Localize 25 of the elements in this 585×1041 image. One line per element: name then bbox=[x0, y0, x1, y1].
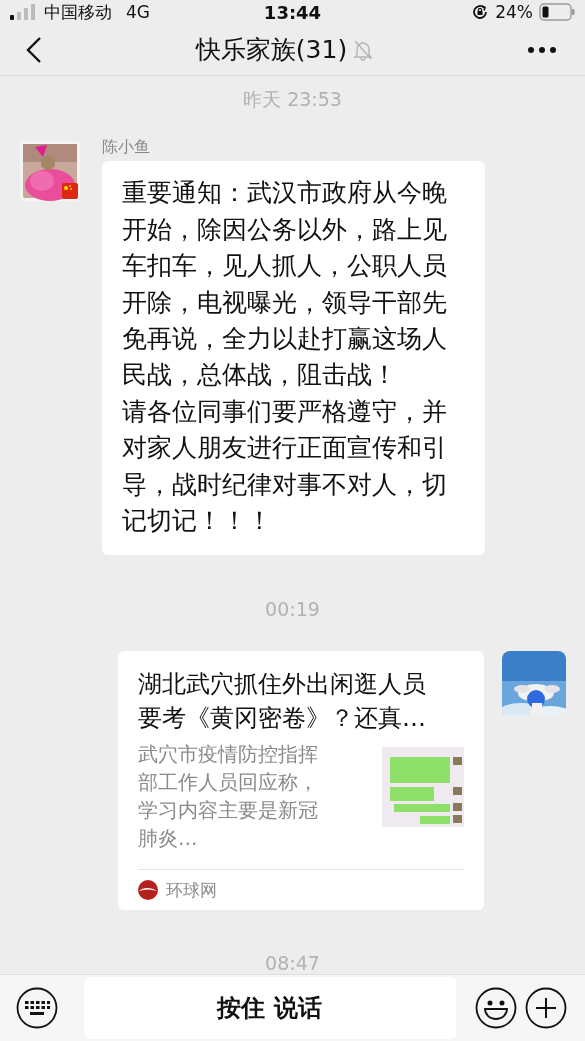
plus-icon[interactable] bbox=[524, 987, 567, 1030]
article-summary: 武穴市疫情防控指挥部工作人员回应称，学习内容主要是新冠肺炎… bbox=[138, 742, 319, 853]
message-timestamp: 08:47 bbox=[265, 952, 320, 975]
rotation-lock-icon bbox=[471, 3, 490, 22]
chat-title: 快乐家族(31) bbox=[195, 34, 348, 67]
more-icon[interactable] bbox=[527, 45, 557, 54]
emoji-icon[interactable] bbox=[475, 987, 518, 1030]
clock-time: 13:44 bbox=[263, 1, 322, 23]
network-type: 4G bbox=[126, 2, 150, 23]
battery-icon bbox=[539, 3, 575, 22]
carrier-name: 中国移动 bbox=[44, 0, 112, 24]
message-text: 重要通知：武汉市政府从今晚开始，除因公务以外，路上见车扣车，见人抓人，公职人员开除，电视曝光，领导干部先免再说，全力以赴打赢这场人民战，总体战，阻击战！ bbox=[122, 177, 448, 392]
signal-icon bbox=[10, 4, 38, 21]
source-logo-icon bbox=[138, 880, 158, 901]
article-title: 湖北武穴抓住外出闲逛人员要考《黄冈密卷》？还真… bbox=[138, 669, 427, 735]
message-text: 请各位同事们要严格遵守，并对家人朋友进行正面宣传和引导，战时纪律对事不对人，切记切记！！！ bbox=[122, 395, 448, 538]
message-timestamp: 昨天 23:53 bbox=[243, 88, 342, 111]
hold-to-talk-button[interactable]: 按住 说话 bbox=[83, 977, 456, 1040]
sender-name: 陈小鱼 bbox=[102, 137, 150, 158]
link-card[interactable]: 湖北武穴抓住外出闲逛人员要考《黄冈密卷》？还真… 武穴市疫情防控指挥部工作人员回应称，学习内容主要是新冠肺炎… 环球网 bbox=[118, 651, 484, 911]
back-icon[interactable] bbox=[26, 35, 42, 64]
keyboard-icon[interactable] bbox=[16, 987, 58, 1030]
message-timestamp: 00:19 bbox=[265, 598, 320, 621]
source-name: 环球网 bbox=[166, 878, 217, 902]
battery-percent: 24% bbox=[495, 2, 533, 23]
